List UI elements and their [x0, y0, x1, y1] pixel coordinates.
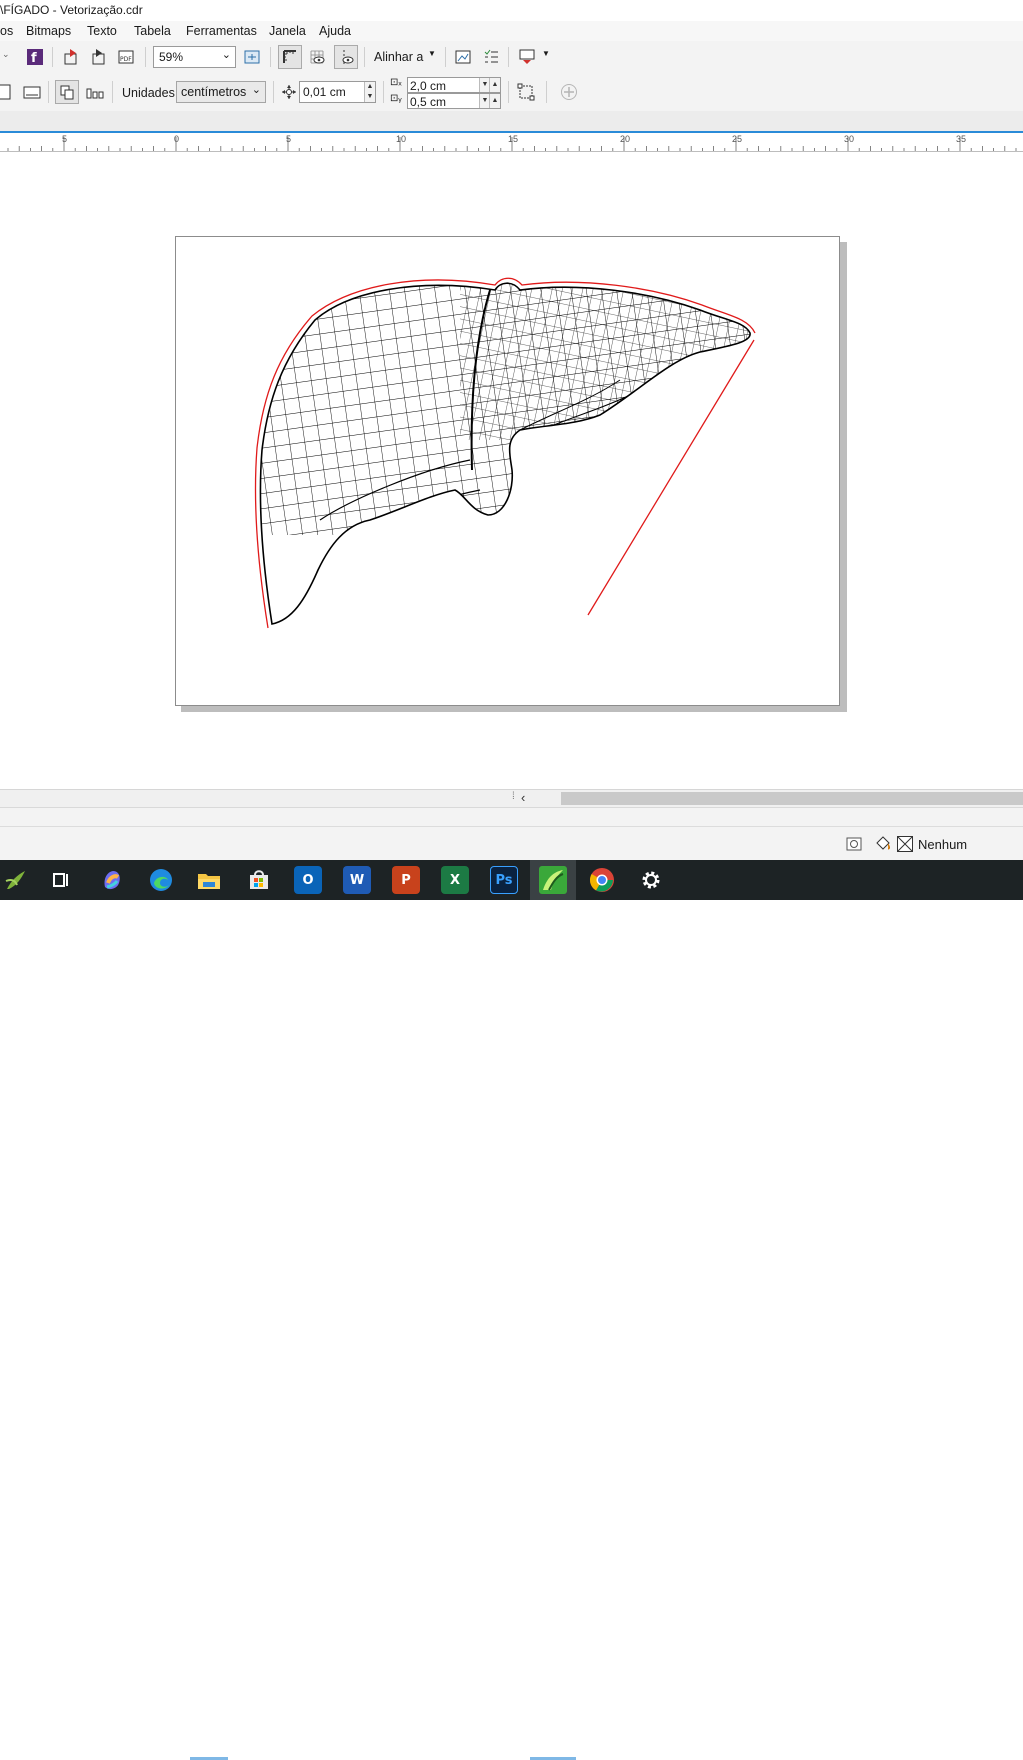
scroll-left-arrow-icon[interactable]: ‹ [521, 790, 525, 805]
scroll-thumb[interactable] [561, 792, 1023, 805]
file-explorer-icon[interactable] [195, 866, 223, 894]
edge-icon[interactable] [147, 866, 175, 894]
liver-wireframe-drawing[interactable] [0, 0, 1023, 900]
status-bar: Nenhum [0, 807, 1023, 861]
copilot-icon[interactable] [98, 866, 126, 894]
horizontal-scrollbar[interactable]: ⁞ ‹ [0, 789, 1023, 808]
windows-taskbar: O W P X Ps [0, 860, 1023, 1760]
fill-bucket-icon[interactable] [872, 833, 894, 855]
photoshop-icon[interactable]: Ps [490, 866, 518, 894]
excel-icon[interactable]: X [441, 866, 469, 894]
outlook-icon[interactable]: O [294, 866, 322, 894]
settings-icon[interactable] [637, 866, 665, 894]
coreldraw-icon[interactable] [539, 866, 567, 894]
powerpoint-icon[interactable]: P [392, 866, 420, 894]
fill-status-label: Nenhum [918, 837, 968, 852]
chrome-icon[interactable] [588, 866, 616, 894]
start-icon[interactable] [2, 866, 30, 894]
status-divider [0, 826, 1023, 827]
no-fill-swatch-icon[interactable] [897, 836, 913, 852]
color-proof-icon[interactable] [843, 833, 865, 855]
word-icon[interactable]: W [343, 866, 371, 894]
task-view-icon[interactable] [47, 866, 75, 894]
store-icon[interactable] [245, 866, 273, 894]
resize-grip-icon[interactable]: ⁞ [512, 791, 515, 802]
